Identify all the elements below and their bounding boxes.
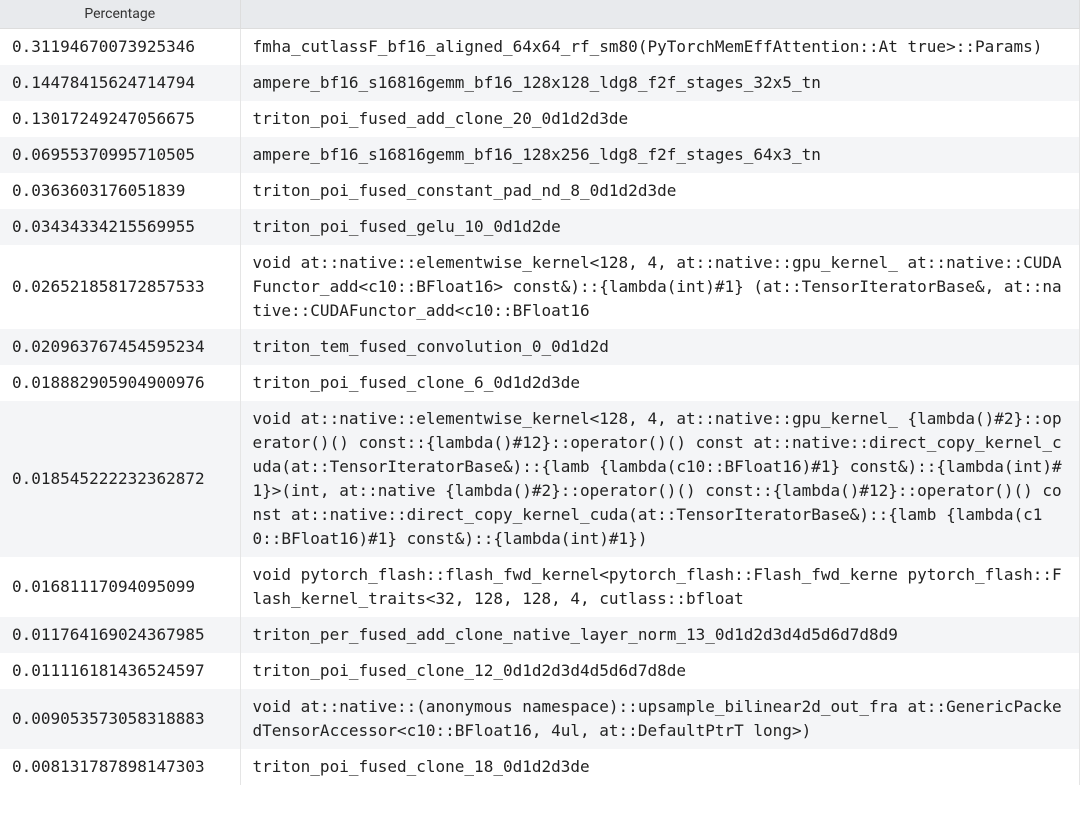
cell-name: void at::native::elementwise_kernel<128,…	[240, 245, 1080, 329]
cell-name: triton_poi_fused_constant_pad_nd_8_0d1d2…	[240, 173, 1080, 209]
table-row[interactable]: 0.026521858172857533void at::native::ele…	[0, 245, 1080, 329]
table-row[interactable]: 0.31194670073925346fmha_cutlassF_bf16_al…	[0, 29, 1080, 66]
cell-percentage: 0.009053573058318883	[0, 689, 240, 749]
table-row[interactable]: 0.018545222232362872void at::native::ele…	[0, 401, 1080, 557]
cell-name: triton_per_fused_add_clone_native_layer_…	[240, 617, 1080, 653]
cell-percentage: 0.0363603176051839	[0, 173, 240, 209]
table-row[interactable]: 0.011764169024367985triton_per_fused_add…	[0, 617, 1080, 653]
cell-percentage: 0.020963767454595234	[0, 329, 240, 365]
cell-name: void at::native::(anonymous namespace)::…	[240, 689, 1080, 749]
cell-name: triton_poi_fused_clone_18_0d1d2d3de	[240, 749, 1080, 785]
cell-percentage: 0.011764169024367985	[0, 617, 240, 653]
cell-percentage: 0.01681117094095099	[0, 557, 240, 617]
cell-name: ampere_bf16_s16816gemm_bf16_128x128_ldg8…	[240, 65, 1080, 101]
cell-percentage: 0.018882905904900976	[0, 365, 240, 401]
table-row[interactable]: 0.06955370995710505ampere_bf16_s16816gem…	[0, 137, 1080, 173]
table-row[interactable]: 0.020963767454595234triton_tem_fused_con…	[0, 329, 1080, 365]
header-name[interactable]	[240, 0, 1080, 29]
cell-percentage: 0.03434334215569955	[0, 209, 240, 245]
table-row[interactable]: 0.03434334215569955triton_poi_fused_gelu…	[0, 209, 1080, 245]
table-row[interactable]: 0.14478415624714794ampere_bf16_s16816gem…	[0, 65, 1080, 101]
table-row[interactable]: 0.009053573058318883void at::native::(an…	[0, 689, 1080, 749]
cell-name: void at::native::elementwise_kernel<128,…	[240, 401, 1080, 557]
table-row[interactable]: 0.13017249247056675triton_poi_fused_add_…	[0, 101, 1080, 137]
profiler-table: Percentage 0.31194670073925346fmha_cutla…	[0, 0, 1080, 785]
cell-percentage: 0.14478415624714794	[0, 65, 240, 101]
cell-percentage: 0.026521858172857533	[0, 245, 240, 329]
table-row[interactable]: 0.0363603176051839triton_poi_fused_const…	[0, 173, 1080, 209]
cell-name: triton_poi_fused_clone_12_0d1d2d3d4d5d6d…	[240, 653, 1080, 689]
cell-percentage: 0.06955370995710505	[0, 137, 240, 173]
cell-name: triton_poi_fused_add_clone_20_0d1d2d3de	[240, 101, 1080, 137]
cell-percentage: 0.31194670073925346	[0, 29, 240, 66]
cell-name: triton_poi_fused_gelu_10_0d1d2de	[240, 209, 1080, 245]
table-row[interactable]: 0.01681117094095099void pytorch_flash::f…	[0, 557, 1080, 617]
cell-name: void pytorch_flash::flash_fwd_kernel<pyt…	[240, 557, 1080, 617]
cell-percentage: 0.011116181436524597	[0, 653, 240, 689]
cell-percentage: 0.018545222232362872	[0, 401, 240, 557]
cell-name: ampere_bf16_s16816gemm_bf16_128x256_ldg8…	[240, 137, 1080, 173]
table-row[interactable]: 0.018882905904900976triton_poi_fused_clo…	[0, 365, 1080, 401]
table-row[interactable]: 0.011116181436524597triton_poi_fused_clo…	[0, 653, 1080, 689]
cell-name: triton_poi_fused_clone_6_0d1d2d3de	[240, 365, 1080, 401]
cell-percentage: 0.13017249247056675	[0, 101, 240, 137]
cell-name: triton_tem_fused_convolution_0_0d1d2d	[240, 329, 1080, 365]
cell-name: fmha_cutlassF_bf16_aligned_64x64_rf_sm80…	[240, 29, 1080, 66]
header-row: Percentage	[0, 0, 1080, 29]
table-row[interactable]: 0.008131787898147303triton_poi_fused_clo…	[0, 749, 1080, 785]
cell-percentage: 0.008131787898147303	[0, 749, 240, 785]
header-percentage[interactable]: Percentage	[0, 0, 240, 29]
